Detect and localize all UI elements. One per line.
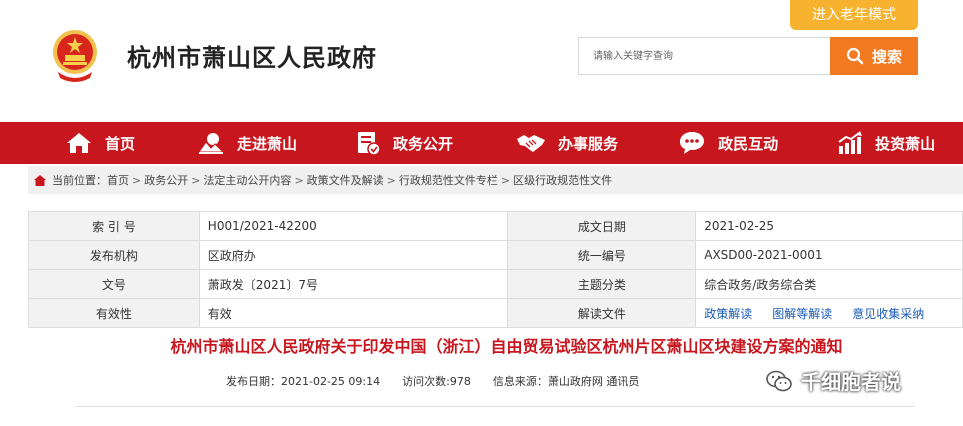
policy-interpretation-link[interactable]: 政策解读 xyxy=(704,307,752,321)
breadcrumb-item[interactable]: 法定主动公开内容 xyxy=(203,172,291,188)
site-title: 杭州市萧山区人民政府 xyxy=(127,44,377,72)
document-icon xyxy=(358,132,381,156)
document-meta: 发布日期：2021-02-25 09:14 访问次数:978 信息来源：萧山政府网 … xyxy=(226,373,661,389)
search-button-label: 搜索 xyxy=(871,47,902,66)
info-value: AXSD00-2021-0001 xyxy=(695,240,963,270)
home-icon xyxy=(67,133,91,153)
nav-item-about[interactable]: 走进萧山 xyxy=(197,122,297,164)
info-label: 主题分类 xyxy=(507,269,697,299)
nav-item-services[interactable]: 办事服务 xyxy=(516,122,618,164)
breadcrumb-separator: > xyxy=(191,173,201,187)
handshake-icon xyxy=(517,135,546,152)
breadcrumb-prefix: 当前位置： xyxy=(52,174,107,187)
nav-label-about: 走进萧山 xyxy=(237,134,298,153)
info-source: 信息来源：萧山政府网 通讯员 xyxy=(492,375,640,388)
graphic-interpretation-link[interactable]: 图解等解读 xyxy=(772,307,832,321)
info-label: 统一编号 xyxy=(507,240,697,270)
chat-icon xyxy=(680,132,705,154)
view-count: 访问次数:978 xyxy=(402,375,471,388)
info-value: 区政府办 xyxy=(198,240,509,270)
nav-item-home[interactable]: 首页 xyxy=(65,122,135,164)
info-label: 索 引 号 xyxy=(28,211,200,241)
nav-label-interaction: 政民互动 xyxy=(718,134,779,153)
nav-label-home: 首页 xyxy=(105,134,136,153)
breadcrumb-separator: > xyxy=(132,173,142,187)
breadcrumb: 当前位置： 首页 > 政务公开 > 法定主动公开内容 > 政策文件及解读 > 行… xyxy=(28,166,963,194)
info-value: 萧政发〔2021〕7号 xyxy=(198,269,509,299)
nav-label-services: 办事服务 xyxy=(558,134,619,153)
search-box xyxy=(578,37,831,75)
document-info-table: 索 引 号 H001/2021-42200 成文日期 2021-02-25 发布… xyxy=(28,211,963,328)
info-label: 成文日期 xyxy=(507,211,697,241)
breadcrumb-item[interactable]: 政务公开 xyxy=(144,172,188,188)
elder-mode-button[interactable]: 进入老年模式 xyxy=(790,0,918,30)
site-header: 杭州市萧山区人民政府 进入老年模式 搜索 xyxy=(0,0,963,122)
breadcrumb-separator: > xyxy=(294,173,304,187)
national-emblem-icon xyxy=(53,30,97,82)
info-label: 有效性 xyxy=(28,298,200,328)
nav-item-investment[interactable]: 投资萧山 xyxy=(837,122,935,164)
info-label: 文号 xyxy=(28,269,200,299)
search-icon xyxy=(846,47,864,65)
table-row: 索 引 号 H001/2021-42200 成文日期 2021-02-25 xyxy=(28,211,963,241)
table-row: 文号 萧政发〔2021〕7号 主题分类 综合政务/政务综合类 xyxy=(28,269,963,299)
nav-label-investment: 投资萧山 xyxy=(875,134,936,153)
info-label: 发布机构 xyxy=(28,240,200,270)
search-input[interactable] xyxy=(579,38,831,74)
feedback-adoption-link[interactable]: 意见收集采纳 xyxy=(852,307,924,321)
main-nav: 首页 走进萧山 政务公开 办事服务 政民互动 投资萧山 xyxy=(0,122,963,164)
breadcrumb-item[interactable]: 首页 xyxy=(107,172,129,188)
publish-date: 发布日期：2021-02-25 09:14 xyxy=(226,375,381,388)
breadcrumb-separator: > xyxy=(386,173,396,187)
watermark-text: 千细胞者说 xyxy=(801,370,901,394)
interpretation-links: 政策解读 图解等解读 意见收集采纳 xyxy=(695,298,963,328)
info-value: 综合政务/政务综合类 xyxy=(695,269,963,299)
watermark: 千细胞者说 xyxy=(765,366,901,395)
nav-item-interaction[interactable]: 政民互动 xyxy=(678,122,778,164)
info-value: 有效 xyxy=(198,298,509,328)
landscape-icon xyxy=(198,133,225,154)
search-button[interactable]: 搜索 xyxy=(830,37,918,75)
info-label: 解读文件 xyxy=(507,298,697,328)
table-row: 有效性 有效 解读文件 政策解读 图解等解读 意见收集采纳 xyxy=(28,298,963,328)
nav-item-open-government[interactable]: 政务公开 xyxy=(355,122,453,164)
breadcrumb-item[interactable]: 区级行政规范性文件 xyxy=(513,172,612,188)
home-icon xyxy=(34,174,46,186)
document-title: 杭州市萧山区人民政府关于印发中国（浙江）自由贸易试验区杭州片区萧山区块建设方案的… xyxy=(170,337,843,356)
breadcrumb-item[interactable]: 行政规范性文件专栏 xyxy=(399,172,498,188)
breadcrumb-item[interactable]: 政策文件及解读 xyxy=(307,172,384,188)
nav-label-open-government: 政务公开 xyxy=(393,134,454,153)
growth-chart-icon xyxy=(838,131,863,154)
info-value: H001/2021-42200 xyxy=(198,211,509,241)
info-value: 2021-02-25 xyxy=(695,211,963,241)
wechat-icon xyxy=(766,370,792,391)
table-row: 发布机构 区政府办 统一编号 AXSD00-2021-0001 xyxy=(28,240,963,270)
divider xyxy=(75,406,915,407)
breadcrumb-separator: > xyxy=(500,173,511,187)
